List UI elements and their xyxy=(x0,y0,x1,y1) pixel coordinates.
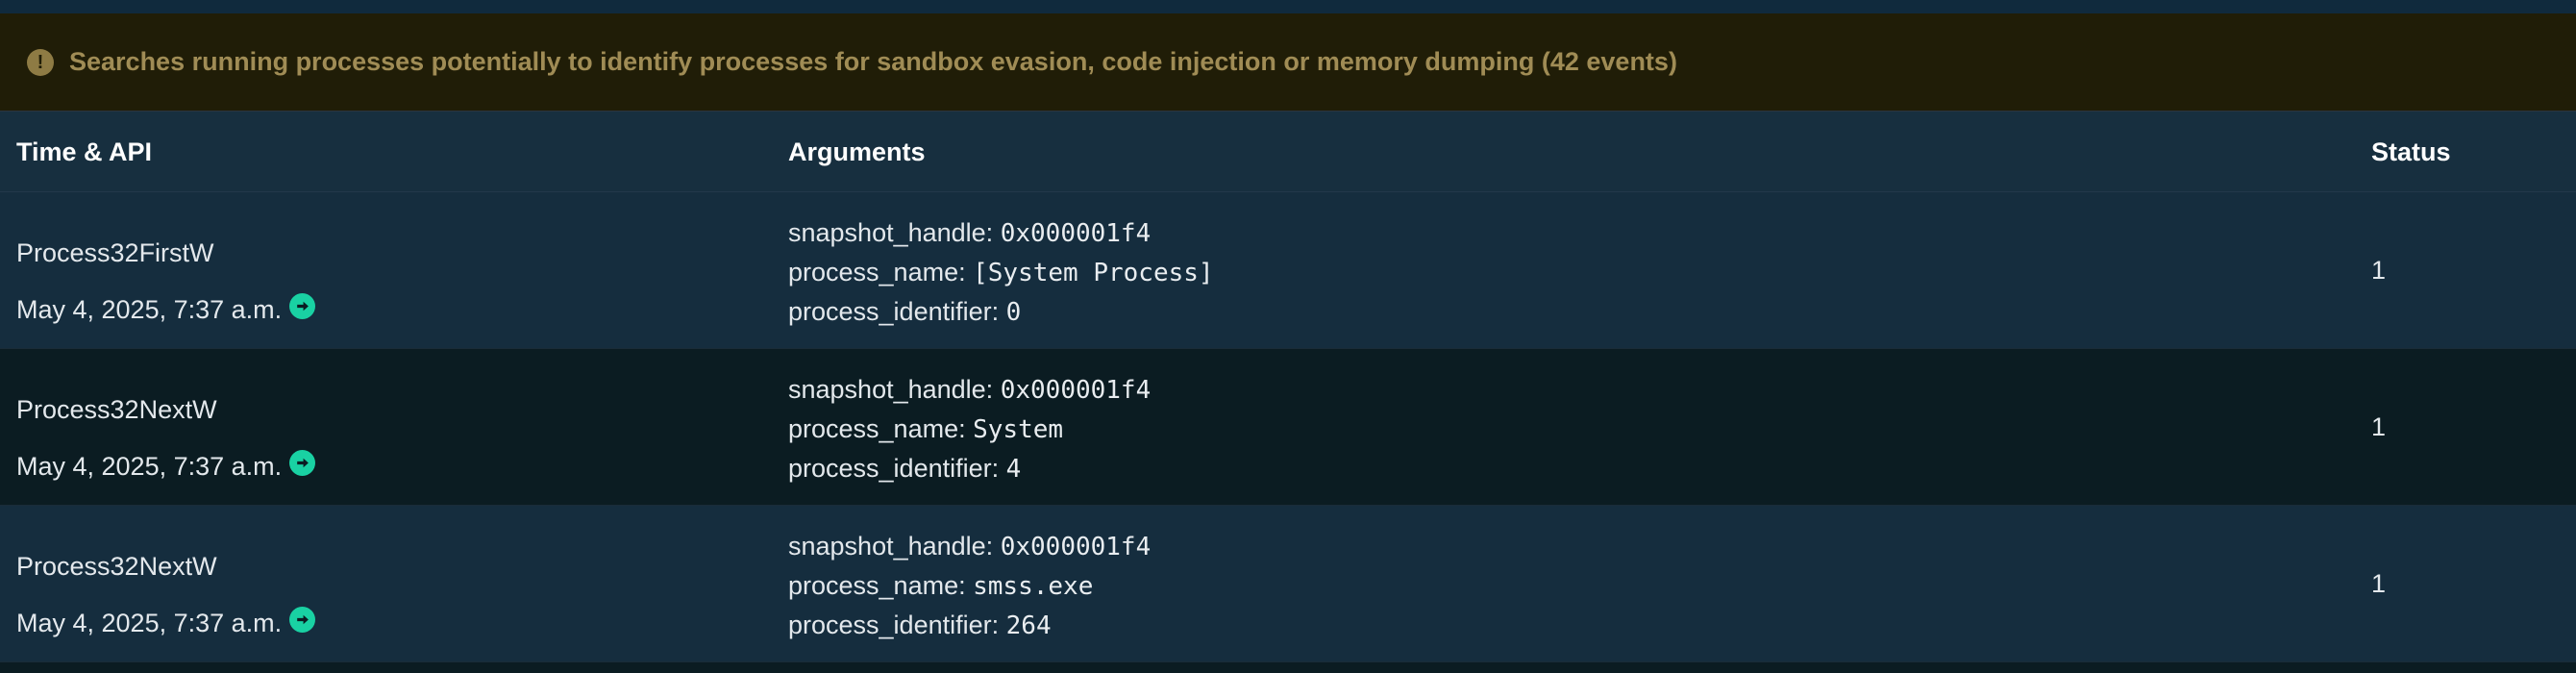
arrow-right-circle-icon[interactable] xyxy=(289,450,316,476)
timestamp: May 4, 2025, 7:37 a.m. xyxy=(16,452,283,481)
table-row: Process32FirstW May 4, 2025, 7:37 a.m. s… xyxy=(0,192,2576,349)
argument-key: snapshot_handle: xyxy=(788,375,994,404)
status-value: 1 xyxy=(2371,256,2387,285)
argument-value: [System Process] xyxy=(973,259,1214,287)
next-row-partial xyxy=(0,662,2576,673)
top-bar xyxy=(0,0,2576,13)
argument-value: 4 xyxy=(1005,455,1022,484)
exclamation-circle-icon: ! xyxy=(27,48,54,76)
arrow-right-circle-icon[interactable] xyxy=(289,607,316,633)
argument-value: 0 xyxy=(1005,298,1022,327)
argument-value: 0x000001f4 xyxy=(1000,219,1152,248)
argument-key: process_name: xyxy=(788,414,966,443)
argument-value: 0x000001f4 xyxy=(1000,376,1152,405)
argument-line: process_identifier: 4 xyxy=(788,449,1151,488)
api-time: May 4, 2025, 7:37 a.m. xyxy=(16,607,316,638)
table-header: Time & API Arguments Status xyxy=(0,112,2576,192)
argument-line: process_identifier: 264 xyxy=(788,606,1151,645)
argument-key: process_identifier: xyxy=(788,611,1000,639)
argument-line: process_identifier: 0 xyxy=(788,292,1214,332)
column-header-arguments: Arguments xyxy=(788,137,926,166)
page: ! Searches running processes potentially… xyxy=(0,0,2576,673)
alert-banner: ! Searches running processes potentially… xyxy=(0,13,2576,112)
api-name: Process32NextW xyxy=(16,552,217,581)
argument-line: snapshot_handle: 0x000001f4 xyxy=(788,213,1214,253)
arguments: snapshot_handle: 0x000001f4 process_name… xyxy=(788,213,1214,332)
api-name: Process32FirstW xyxy=(16,238,214,267)
column-header-time-api: Time & API xyxy=(16,137,153,166)
column-header-status: Status xyxy=(2371,137,2451,166)
argument-value: System xyxy=(973,415,1064,444)
argument-key: snapshot_handle: xyxy=(788,218,994,247)
alert-text: Searches running processes potentially t… xyxy=(69,47,1677,76)
argument-value: 264 xyxy=(1005,611,1052,640)
table-row: Process32NextW May 4, 2025, 7:37 a.m. sn… xyxy=(0,349,2576,506)
api-name: Process32NextW xyxy=(16,395,217,424)
arrow-right-circle-icon[interactable] xyxy=(289,293,316,319)
arguments: snapshot_handle: 0x000001f4 process_name… xyxy=(788,370,1151,488)
argument-key: process_name: xyxy=(788,258,966,287)
argument-key: snapshot_handle: xyxy=(788,532,994,561)
argument-value: 0x000001f4 xyxy=(1000,533,1152,561)
argument-line: process_name: [System Process] xyxy=(788,253,1214,292)
argument-line: snapshot_handle: 0x000001f4 xyxy=(788,527,1151,566)
argument-key: process_identifier: xyxy=(788,297,1000,326)
timestamp: May 4, 2025, 7:37 a.m. xyxy=(16,295,283,324)
status-value: 1 xyxy=(2371,412,2387,441)
api-time: May 4, 2025, 7:37 a.m. xyxy=(16,450,316,482)
argument-key: process_name: xyxy=(788,571,966,600)
argument-value: smss.exe xyxy=(973,572,1094,601)
status-value: 1 xyxy=(2371,569,2387,598)
argument-key: process_identifier: xyxy=(788,454,1000,483)
argument-line: process_name: smss.exe xyxy=(788,566,1151,606)
argument-line: process_name: System xyxy=(788,410,1151,449)
timestamp: May 4, 2025, 7:37 a.m. xyxy=(16,609,283,637)
api-time: May 4, 2025, 7:37 a.m. xyxy=(16,293,316,325)
arguments: snapshot_handle: 0x000001f4 process_name… xyxy=(788,527,1151,645)
table-row: Process32NextW May 4, 2025, 7:37 a.m. sn… xyxy=(0,506,2576,662)
argument-line: snapshot_handle: 0x000001f4 xyxy=(788,370,1151,410)
